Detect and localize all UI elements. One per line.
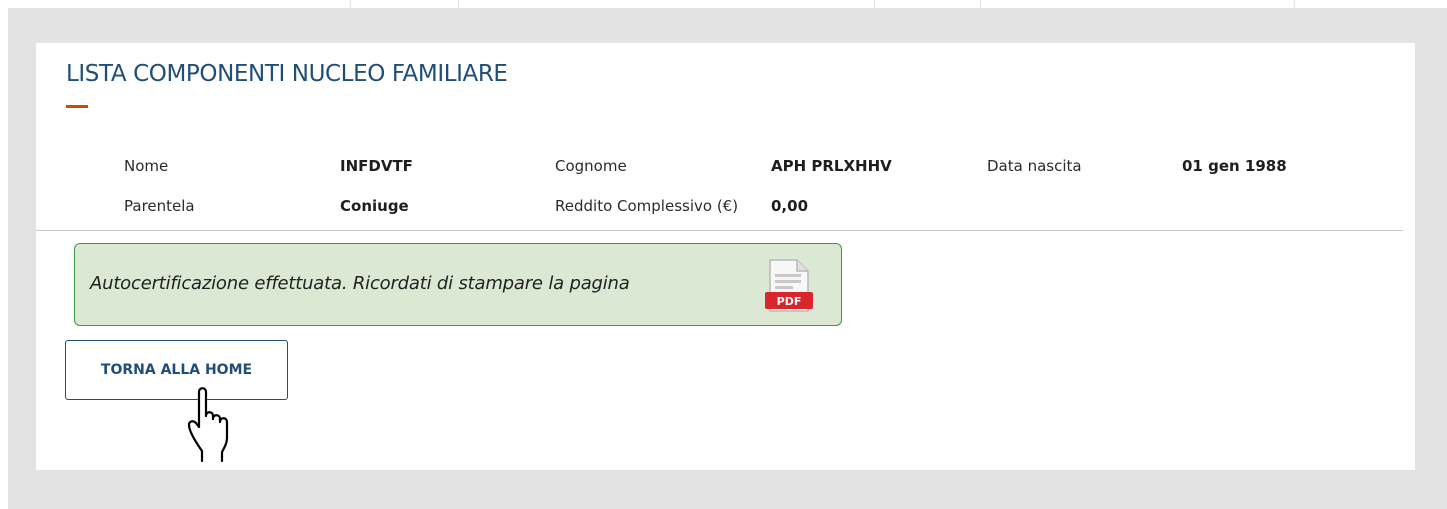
column-divider	[980, 0, 981, 8]
success-notice: Autocertificazione effettuata. Ricordati…	[74, 243, 842, 326]
family-members-panel: LISTA COMPONENTI NUCLEO FAMILIARE Nome I…	[36, 43, 1415, 470]
reddito-value: 0,00	[771, 197, 809, 215]
parentela-label: Parentela	[124, 197, 195, 215]
column-divider	[458, 0, 459, 8]
column-divider	[1294, 0, 1295, 8]
pdf-file-icon[interactable]: PDF	[764, 257, 814, 315]
cognome-label: Cognome	[555, 157, 627, 175]
notice-message: Autocertificazione effettuata. Ricordati…	[90, 273, 630, 294]
divider	[36, 230, 1403, 231]
title-underline	[66, 105, 88, 108]
top-strip	[8, 0, 1447, 8]
section-title: LISTA COMPONENTI NUCLEO FAMILIARE	[66, 61, 508, 87]
nome-value: INFDVTF	[340, 157, 413, 175]
back-to-home-button[interactable]: TORNA ALLA HOME	[65, 340, 288, 400]
reddito-label: Reddito Complessivo (€)	[555, 197, 739, 215]
cognome-value: APH PRLXHHV	[771, 157, 892, 175]
data-nascita-label: Data nascita	[987, 157, 1082, 175]
data-nascita-value: 01 gen 1988	[1182, 157, 1287, 175]
parentela-value: Coniuge	[340, 197, 409, 215]
column-divider	[350, 0, 351, 8]
pdf-badge-label: PDF	[777, 295, 802, 308]
column-divider	[874, 0, 875, 8]
nome-label: Nome	[124, 157, 169, 175]
